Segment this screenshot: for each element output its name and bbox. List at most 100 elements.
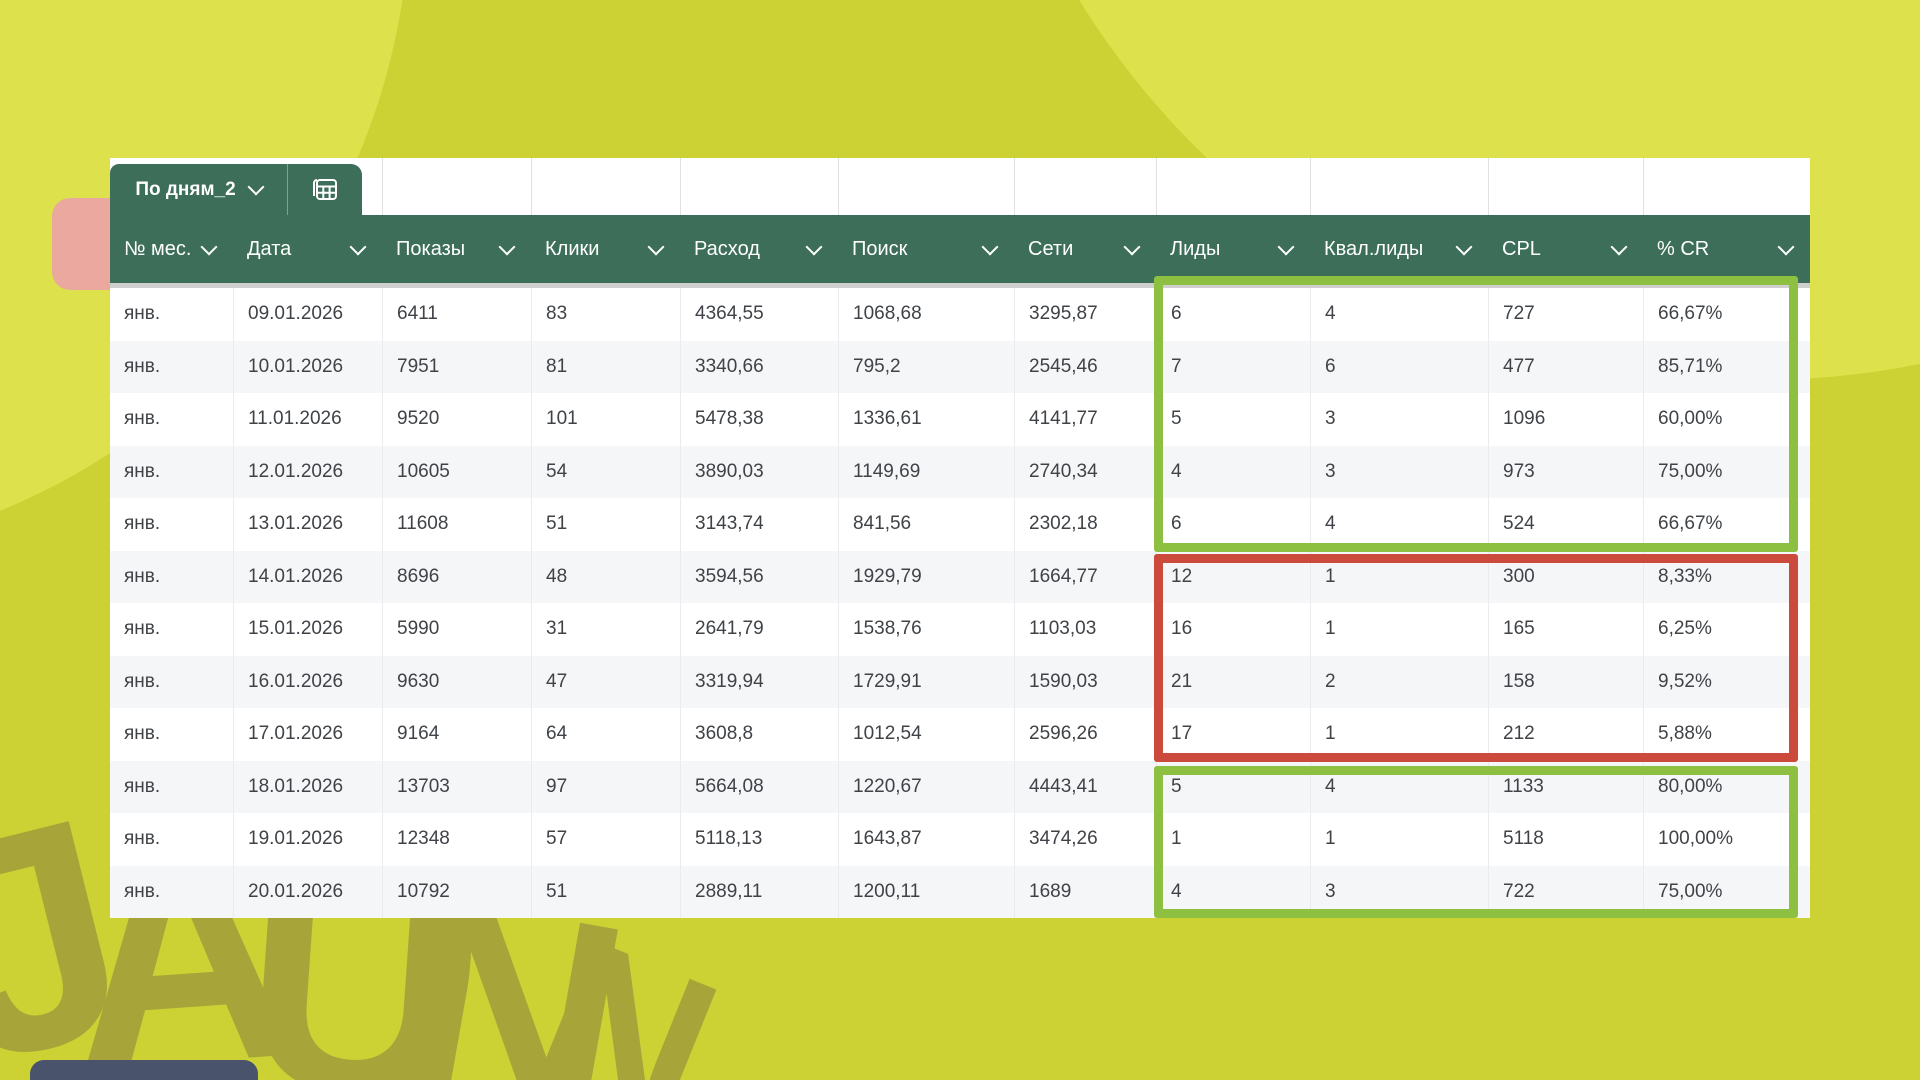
column-header-qualified-leads[interactable]: Квал.лиды [1310,215,1488,283]
cell[interactable]: 14.01.2026 [233,551,382,604]
column-header-cr[interactable]: % CR [1643,215,1810,283]
cell[interactable]: янв. [110,288,233,341]
cell[interactable]: 3890,03 [680,446,838,499]
cell[interactable]: 3319,94 [680,656,838,709]
cell[interactable]: янв. [110,551,233,604]
cell[interactable]: 12.01.2026 [233,446,382,499]
cell[interactable]: 2302,18 [1014,498,1156,551]
column-header-date[interactable]: Дата [233,215,382,283]
cell[interactable]: 18.01.2026 [233,761,382,814]
cell[interactable]: 13.01.2026 [233,498,382,551]
cell[interactable]: 16.01.2026 [233,656,382,709]
cell[interactable]: 841,56 [838,498,1014,551]
cell[interactable]: 2740,34 [1014,446,1156,499]
cell[interactable]: 09.01.2026 [233,288,382,341]
cell[interactable]: 795,2 [838,341,1014,394]
cell[interactable]: 2889,11 [680,866,838,919]
cell[interactable]: янв. [110,813,233,866]
cell[interactable]: 7951 [382,341,531,394]
chevron-down-icon[interactable] [806,238,823,255]
cell[interactable]: 47 [531,656,680,709]
cell[interactable]: 8696 [382,551,531,604]
cell[interactable]: 81 [531,341,680,394]
cell[interactable]: 15.01.2026 [233,603,382,656]
cell[interactable]: 6411 [382,288,531,341]
cell[interactable]: 3340,66 [680,341,838,394]
cell[interactable]: 11.01.2026 [233,393,382,446]
cell[interactable]: янв. [110,656,233,709]
cell[interactable]: 3594,56 [680,551,838,604]
cell[interactable]: 2545,46 [1014,341,1156,394]
chevron-down-icon[interactable] [1278,238,1295,255]
cell[interactable]: 19.01.2026 [233,813,382,866]
cell[interactable]: 1590,03 [1014,656,1156,709]
cell[interactable]: 3474,26 [1014,813,1156,866]
column-header-cpl[interactable]: CPL [1488,215,1643,283]
chevron-down-icon[interactable] [201,238,218,255]
chevron-down-icon[interactable] [1456,238,1473,255]
cell[interactable]: 4443,41 [1014,761,1156,814]
cell[interactable]: 10.01.2026 [233,341,382,394]
column-header-search[interactable]: Поиск [838,215,1014,283]
column-header-month[interactable]: № мес. [110,215,233,283]
cell[interactable]: 20.01.2026 [233,866,382,919]
cell[interactable]: янв. [110,866,233,919]
column-header-leads[interactable]: Лиды [1156,215,1310,283]
cell[interactable]: 1103,03 [1014,603,1156,656]
cell[interactable]: 3143,74 [680,498,838,551]
cell[interactable]: янв. [110,498,233,551]
cell[interactable]: 1729,91 [838,656,1014,709]
sheet-tab[interactable]: По дням_2 [110,164,362,215]
cell[interactable]: 1336,61 [838,393,1014,446]
sheet-tab-button[interactable]: По дням_2 [110,164,288,215]
chevron-down-icon[interactable] [350,238,367,255]
chevron-down-icon[interactable] [648,238,665,255]
cell[interactable]: 11608 [382,498,531,551]
cell[interactable]: 12348 [382,813,531,866]
cell[interactable]: 9164 [382,708,531,761]
cell[interactable]: янв. [110,393,233,446]
chevron-down-icon[interactable] [499,238,516,255]
cell[interactable]: янв. [110,341,233,394]
cell[interactable]: 9520 [382,393,531,446]
cell[interactable]: 48 [531,551,680,604]
cell[interactable]: 10792 [382,866,531,919]
cell[interactable]: 1664,77 [1014,551,1156,604]
cell[interactable]: 2641,79 [680,603,838,656]
cell[interactable]: 4364,55 [680,288,838,341]
cell[interactable]: 83 [531,288,680,341]
cell[interactable]: 101 [531,393,680,446]
cell[interactable]: 4141,77 [1014,393,1156,446]
column-header-spend[interactable]: Расход [680,215,838,283]
cell[interactable]: 3295,87 [1014,288,1156,341]
cell[interactable]: янв. [110,446,233,499]
chevron-down-icon[interactable] [1778,238,1795,255]
column-header-network[interactable]: Сети [1014,215,1156,283]
cell[interactable]: 1929,79 [838,551,1014,604]
sheet-switcher-button[interactable] [288,164,362,215]
chevron-down-icon[interactable] [982,238,999,255]
cell[interactable]: 64 [531,708,680,761]
cell[interactable]: 51 [531,498,680,551]
cell[interactable]: 17.01.2026 [233,708,382,761]
chevron-down-icon[interactable] [1611,238,1628,255]
cell[interactable]: 1068,68 [838,288,1014,341]
cell[interactable]: 3608,8 [680,708,838,761]
cell[interactable]: 1012,54 [838,708,1014,761]
cell[interactable]: 10605 [382,446,531,499]
column-header-impressions[interactable]: Показы [382,215,531,283]
cell[interactable]: 2596,26 [1014,708,1156,761]
cell[interactable]: 1200,11 [838,866,1014,919]
cell[interactable]: 1220,67 [838,761,1014,814]
column-header-clicks[interactable]: Клики [531,215,680,283]
cell[interactable]: 1689 [1014,866,1156,919]
cell[interactable]: 1149,69 [838,446,1014,499]
chevron-down-icon[interactable] [1124,238,1141,255]
cell[interactable]: янв. [110,761,233,814]
cell[interactable]: янв. [110,603,233,656]
cell[interactable]: 31 [531,603,680,656]
cell[interactable]: 57 [531,813,680,866]
cell[interactable]: 51 [531,866,680,919]
cell[interactable]: 1643,87 [838,813,1014,866]
cell[interactable]: 13703 [382,761,531,814]
